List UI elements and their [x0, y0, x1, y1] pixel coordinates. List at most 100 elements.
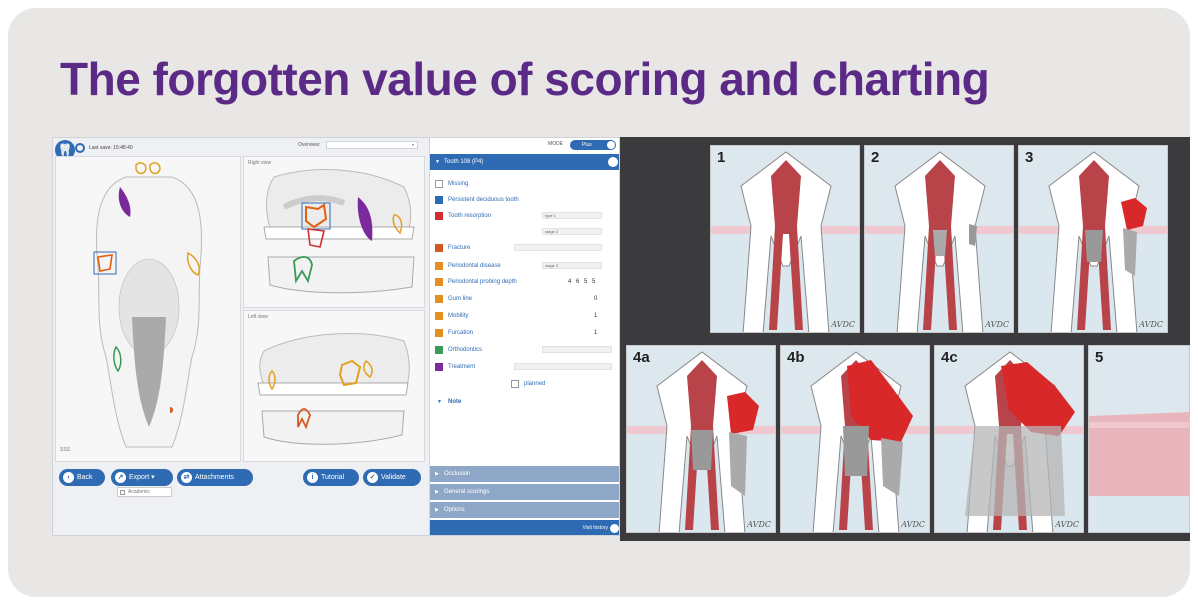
item-periodontal-disease[interactable]: Periodontal disease stage 3 [434, 260, 618, 272]
export-icon: ↗ [115, 472, 126, 483]
right-view-label: Right view [248, 160, 272, 166]
item-orthodontics[interactable]: Orthodontics [434, 344, 618, 356]
tooth-illustration-5 [1089, 412, 1189, 532]
right-view-pane[interactable]: Right view [243, 156, 425, 308]
fracture-select[interactable] [514, 244, 602, 251]
fracture-swatch[interactable] [435, 244, 443, 252]
info-icon: i [307, 472, 318, 483]
overview-label: Overview: [298, 142, 321, 148]
probing-value[interactable]: 5 [592, 276, 595, 288]
avdc-logo: AVDC [747, 520, 771, 529]
missing-checkbox[interactable] [435, 180, 443, 188]
gum-line-swatch[interactable] [435, 295, 443, 303]
export-button[interactable]: ↗ Export ▾ [111, 469, 173, 486]
tooth-section-header[interactable]: ▼ Tooth 108 (P4) [430, 154, 619, 170]
probing-value[interactable]: 6 [576, 276, 579, 288]
stage-label: 3 [1025, 149, 1034, 166]
back-icon: ‹ [63, 472, 74, 483]
tooth-detail-panel: MODE Plus ▼ Tooth 108 (P4) Missing Persi… [429, 138, 619, 535]
mobility-swatch[interactable] [435, 312, 443, 320]
attachments-icon: ⇄ [181, 472, 192, 483]
planned-checkbox[interactable] [511, 380, 519, 388]
tooth-illustration-4b [781, 351, 929, 532]
collapse-arrow-icon: ▼ [437, 399, 442, 405]
expand-arrow-icon: ▶ [435, 507, 439, 513]
tooth-illustration-4c [935, 351, 1083, 532]
item-mobility[interactable]: Mobility 1 [434, 310, 618, 322]
refresh-icon[interactable] [75, 143, 85, 153]
item-missing[interactable]: Missing [434, 178, 468, 190]
avdc-logo: AVDC [985, 320, 1009, 329]
occlusal-view-pane[interactable]: SSS [55, 156, 241, 462]
stage-panel-5: 5 [1088, 345, 1190, 533]
visit-history-button[interactable]: Visit history [430, 520, 619, 535]
probing-depth-swatch[interactable] [435, 278, 443, 286]
item-resorption-stage[interactable]: stage 2 [434, 226, 618, 238]
probing-value[interactable]: 4 [568, 276, 571, 288]
treatment-swatch[interactable] [435, 363, 443, 371]
stage-label: 5 [1095, 349, 1104, 366]
orthodontics-swatch[interactable] [435, 346, 443, 354]
probing-value[interactable]: 5 [584, 276, 587, 288]
persistent-deciduous-swatch[interactable] [435, 196, 443, 204]
mode-label: MODE [548, 141, 563, 147]
mode-toggle[interactable]: Plus [570, 140, 616, 150]
right-skull-diagram [263, 169, 415, 294]
stage-panel-4a: 4a AVDC [626, 345, 776, 533]
avdc-logo: AVDC [1055, 520, 1079, 529]
close-icon[interactable] [608, 157, 618, 167]
left-view-label: Left view [248, 314, 268, 320]
expand-arrow-icon: ▶ [435, 489, 439, 495]
note-toggle[interactable]: ▼ Note [434, 396, 461, 408]
history-icon [610, 524, 619, 533]
skull-diagram [93, 162, 202, 448]
item-treatment[interactable]: Treatment [434, 361, 618, 373]
stage-panel-3: 3 AVDC [1018, 145, 1168, 333]
stage-label: 1 [717, 149, 726, 166]
item-probing-depth[interactable]: Periodontal probing depth 4 6 5 5 [434, 276, 618, 288]
section-occlusion[interactable]: ▶ Occlusion [430, 466, 619, 482]
avdc-logo: AVDC [1139, 320, 1163, 329]
expand-arrow-icon: ▶ [435, 471, 439, 477]
resorption-type-select[interactable]: type 1 [542, 212, 602, 219]
item-gum-line[interactable]: Gum line 0 [434, 293, 618, 305]
checkmark-icon: ✓ [367, 472, 378, 483]
page-title: The forgotten value of scoring and chart… [60, 53, 990, 105]
avdc-logo: AVDC [831, 320, 855, 329]
periodontal-disease-swatch[interactable] [435, 262, 443, 270]
last-save-text: Last save: 15:48:40 [89, 145, 133, 151]
back-button[interactable]: ‹ Back [59, 469, 105, 486]
stage-label: 4b [787, 349, 805, 366]
validate-button[interactable]: ✓ Validate [363, 469, 421, 486]
avdc-logo: AVDC [901, 520, 925, 529]
item-persistent-deciduous[interactable]: Persistent deciduous tooth [434, 194, 519, 206]
orthodontics-select[interactable] [542, 346, 612, 353]
gum-line-value[interactable]: 0 [594, 293, 597, 305]
tooth-illustration-4a [627, 351, 775, 532]
tooth-resorption-swatch[interactable] [435, 212, 443, 220]
stage-label: 2 [871, 149, 880, 166]
mobility-value[interactable]: 1 [594, 310, 597, 322]
section-options[interactable]: ▶ Options [430, 502, 619, 518]
item-tooth-resorption[interactable]: Tooth resorption type 1 [434, 210, 618, 222]
treatment-planned-option[interactable]: planned [510, 378, 545, 390]
stage-panel-1: 1 AVDC [710, 145, 860, 333]
academic-option[interactable]: Academic [117, 487, 172, 497]
section-general-scorings[interactable]: ▶ General scorings [430, 484, 619, 500]
item-furcation[interactable]: Furcation 1 [434, 327, 618, 339]
overview-select[interactable]: ▾ [326, 141, 418, 149]
left-view-pane[interactable]: Left view [243, 310, 425, 462]
periodontal-stage-select[interactable]: stage 3 [542, 262, 602, 269]
tooth-illustration-1 [711, 151, 859, 332]
treatment-select[interactable] [514, 363, 612, 370]
furcation-swatch[interactable] [435, 329, 443, 337]
item-fracture[interactable]: Fracture [434, 242, 618, 254]
furcation-value[interactable]: 1 [594, 327, 597, 339]
tutorial-button[interactable]: i Tutorial [303, 469, 359, 486]
collapse-arrow-icon: ▼ [435, 159, 440, 165]
academic-checkbox[interactable] [120, 490, 125, 495]
resorption-stage-select[interactable]: stage 2 [542, 228, 602, 235]
stage-label: 4c [941, 349, 958, 366]
attachments-button[interactable]: ⇄ Attachments [177, 469, 253, 486]
tooth-illustration-2 [865, 151, 1013, 332]
